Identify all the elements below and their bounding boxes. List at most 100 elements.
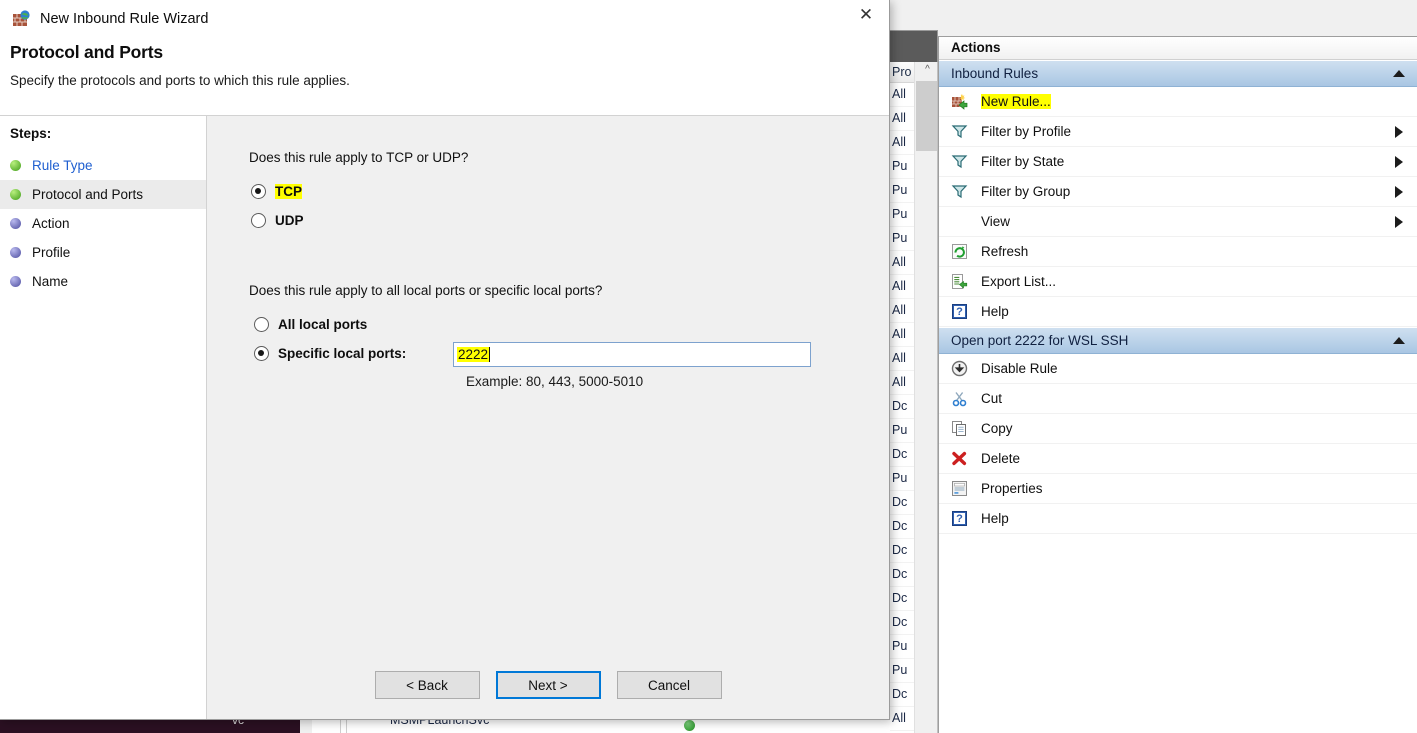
radio-udp-label: UDP xyxy=(275,213,304,228)
submenu-arrow-icon[interactable] xyxy=(1395,185,1403,198)
copy-icon xyxy=(951,420,981,437)
wizard-step-name[interactable]: Name xyxy=(0,267,206,296)
action-item-export-list[interactable]: Export List... xyxy=(939,267,1417,297)
action-item-label: Disable Rule xyxy=(981,361,1058,376)
refresh-icon xyxy=(951,243,981,260)
action-item-delete[interactable]: Delete xyxy=(939,444,1417,474)
action-item-label: Cut xyxy=(981,391,1003,406)
specific-ports-input[interactable]: 2222 xyxy=(453,342,811,367)
actions-pane-title: Actions xyxy=(939,37,1417,60)
rules-list-scrollbar[interactable]: ^ xyxy=(914,62,937,733)
action-item-refresh[interactable]: Refresh xyxy=(939,237,1417,267)
step-pending-icon xyxy=(10,276,21,287)
action-item-label: View xyxy=(981,214,1011,229)
action-item-help[interactable]: ? Help xyxy=(939,297,1417,327)
action-item-label: Export List... xyxy=(981,274,1057,289)
action-item-label: Copy xyxy=(981,421,1013,436)
action-item-label: New Rule... xyxy=(981,94,1051,109)
export-list-icon xyxy=(951,273,981,290)
action-item-properties[interactable]: Properties xyxy=(939,474,1417,504)
filter-icon xyxy=(951,183,981,200)
column-divider xyxy=(346,718,347,733)
action-item-new-rule[interactable]: New Rule... xyxy=(939,87,1417,117)
radio-udp[interactable]: UDP xyxy=(251,213,304,228)
actions-group-title: Inbound Rules xyxy=(951,66,1039,81)
specific-ports-value: 2222 xyxy=(457,347,490,362)
wizard-header: Protocol and Ports Specify the protocols… xyxy=(0,38,889,88)
action-item-filter-by-profile[interactable]: Filter by Profile xyxy=(939,117,1417,147)
radio-specific-local-ports[interactable]: Specific local ports: xyxy=(254,346,406,361)
action-item-label: Filter by Group xyxy=(981,184,1071,199)
disable-rule-icon xyxy=(951,360,981,377)
radio-all-local-ports-label: All local ports xyxy=(278,317,368,332)
action-item-label: Delete xyxy=(981,451,1021,466)
action-item-label: Help xyxy=(981,511,1009,526)
svg-text:?: ? xyxy=(956,306,963,318)
action-item-label: Help xyxy=(981,304,1009,319)
service-status-icon xyxy=(684,720,695,731)
filter-icon xyxy=(951,123,981,140)
step-pending-icon xyxy=(10,218,21,229)
cancel-button[interactable]: Cancel xyxy=(616,671,722,699)
scroll-up-icon[interactable]: ^ xyxy=(915,62,937,80)
delete-icon xyxy=(951,450,981,467)
inbound-rules-list-sliver[interactable]: Pro All All All Pu Pu Pu Pu All All All All All All D… xyxy=(886,62,938,733)
wizard-steps-sidebar: Steps: Rule Type Protocol and Ports Action… xyxy=(0,115,207,719)
wizard-step-label: Name xyxy=(32,274,69,289)
action-item-label: Filter by State xyxy=(981,154,1065,169)
ports-question: Does this rule apply to all local ports … xyxy=(249,283,603,298)
wizard-title-bar: New Inbound Rule Wizard ✕ xyxy=(0,0,889,38)
wizard-step-protocol-and-ports[interactable]: Protocol and Ports xyxy=(0,180,206,209)
radio-tcp-indicator[interactable] xyxy=(251,184,266,199)
back-button[interactable]: < Back xyxy=(374,671,480,699)
wizard-step-profile[interactable]: Profile xyxy=(0,238,206,267)
radio-all-local-ports[interactable]: All local ports xyxy=(254,317,367,332)
radio-tcp[interactable]: TCP xyxy=(251,184,302,199)
protocol-question: Does this rule apply to TCP or UDP? xyxy=(249,150,469,165)
action-item-label: Refresh xyxy=(981,244,1029,259)
page-title: Protocol and Ports xyxy=(10,42,163,62)
action-item-help[interactable]: ? Help xyxy=(939,504,1417,534)
radio-udp-indicator[interactable] xyxy=(251,213,266,228)
next-button[interactable]: Next > xyxy=(495,671,601,699)
ports-example-hint: Example: 80, 443, 5000-5010 xyxy=(466,374,644,389)
action-item-copy[interactable]: Copy xyxy=(939,414,1417,444)
action-item-label: Properties xyxy=(981,481,1043,496)
action-item-view[interactable]: View xyxy=(939,207,1417,237)
help-icon: ? xyxy=(951,303,981,320)
action-item-disable-rule[interactable]: Disable Rule xyxy=(939,354,1417,384)
radio-tcp-label: TCP xyxy=(275,184,302,199)
chevron-up-icon[interactable] xyxy=(1393,337,1405,344)
wizard-body: Steps: Rule Type Protocol and Ports Action… xyxy=(0,115,889,719)
actions-group-title: Open port 2222 for WSL SSH xyxy=(951,333,1129,348)
wizard-step-label: Rule Type xyxy=(32,158,93,173)
radio-specific-local-ports-label: Specific local ports: xyxy=(278,346,407,361)
submenu-arrow-icon[interactable] xyxy=(1395,155,1403,168)
step-done-icon xyxy=(10,160,21,171)
filter-icon xyxy=(951,153,981,170)
action-item-label: Filter by Profile xyxy=(981,124,1072,139)
action-item-cut[interactable]: Cut xyxy=(939,384,1417,414)
actions-group-header[interactable]: Inbound Rules xyxy=(939,60,1417,87)
wizard-main-panel: Does this rule apply to TCP or UDP? TCP … xyxy=(207,115,889,719)
radio-specific-local-ports-indicator[interactable] xyxy=(254,346,269,361)
actions-pane: Actions Inbound Rules New Rule... Filter b… xyxy=(938,36,1417,733)
actions-groups-container: Inbound Rules New Rule... Filter by Profil… xyxy=(939,60,1417,534)
action-item-filter-by-group[interactable]: Filter by Group xyxy=(939,177,1417,207)
column-divider xyxy=(340,718,341,733)
chevron-up-icon[interactable] xyxy=(1393,70,1405,77)
step-pending-icon xyxy=(10,247,21,258)
wizard-step-rule-type[interactable]: Rule Type xyxy=(0,151,206,180)
new-rule-icon xyxy=(951,93,981,110)
action-item-filter-by-state[interactable]: Filter by State xyxy=(939,147,1417,177)
close-icon[interactable]: ✕ xyxy=(843,0,889,30)
svg-text:?: ? xyxy=(956,513,963,525)
submenu-arrow-icon[interactable] xyxy=(1395,125,1403,138)
scrollbar-thumb[interactable] xyxy=(916,81,937,151)
submenu-arrow-icon[interactable] xyxy=(1395,215,1403,228)
steps-header: Steps: xyxy=(10,126,52,141)
radio-all-local-ports-indicator[interactable] xyxy=(254,317,269,332)
page-subtitle: Specify the protocols and ports to which… xyxy=(10,73,350,88)
wizard-step-action[interactable]: Action xyxy=(0,209,206,238)
actions-group-header[interactable]: Open port 2222 for WSL SSH xyxy=(939,327,1417,354)
